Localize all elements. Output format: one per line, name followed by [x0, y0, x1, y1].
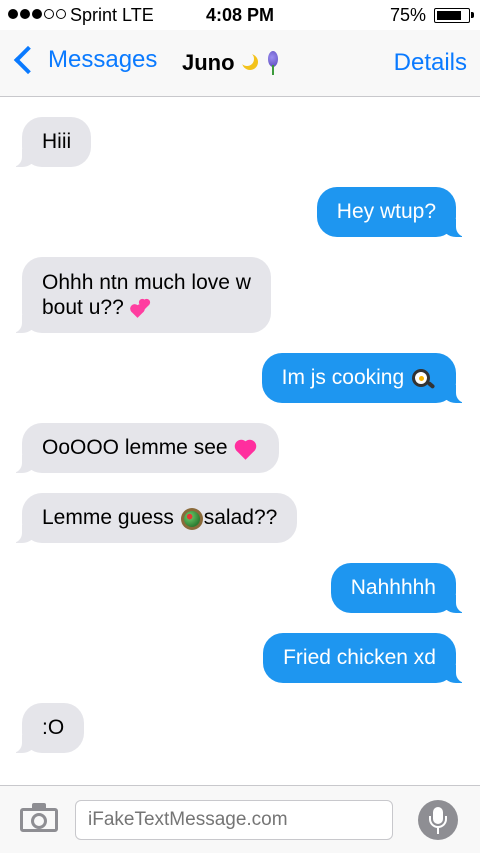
chevron-left-icon [13, 45, 43, 75]
message-text: :O [42, 716, 65, 739]
message-text: Hey wtup? [336, 200, 436, 223]
message-text: salad?? [203, 506, 278, 529]
hyacinth-icon [265, 51, 281, 75]
message-outgoing: Nahhhhh [330, 563, 467, 613]
battery-icon [434, 8, 474, 23]
back-button-label: Messages [48, 46, 158, 73]
two-hearts-icon [130, 298, 150, 319]
battery-percent: 75% [389, 5, 426, 25]
contact-title: Juno [182, 50, 281, 76]
microphone-icon[interactable] [418, 800, 458, 840]
message-outgoing: Fried chicken xd [263, 633, 466, 683]
crescent-moon-icon [239, 52, 261, 74]
salad-bowl-icon [180, 506, 204, 531]
message-text: Nahhhhh [350, 576, 436, 599]
message-text: Lemme guess [42, 506, 174, 529]
message-incoming: OoOOO lemme see [11, 423, 280, 473]
message-text: OoOOO lemme see [42, 436, 228, 459]
composer-bar [0, 785, 480, 853]
message-incoming: Ohhh ntn much love w bout u?? [12, 257, 271, 333]
message-incoming: :O [11, 703, 85, 753]
message-input[interactable] [75, 800, 393, 840]
message-text: Ohhh ntn much love w [42, 271, 251, 294]
message-text: Hiii [42, 130, 72, 153]
details-button[interactable]: Details [394, 49, 467, 77]
message-incoming: Lemme guess salad?? [11, 493, 298, 543]
message-text: Im js cooking [281, 366, 405, 389]
camera-icon[interactable] [20, 803, 60, 832]
back-button[interactable]: Messages [10, 45, 158, 75]
message-text: bout u?? [42, 296, 124, 319]
frying-pan-egg-icon [410, 365, 436, 391]
navigation-bar: Messages Juno Details [0, 30, 480, 97]
status-bar: Sprint LTE 4:08 PM 75% [0, 0, 480, 30]
message-thread[interactable]: Hiii Hey wtup? Ohhh ntn much love w bout… [0, 97, 480, 785]
message-text: Fried chicken xd [283, 646, 436, 669]
message-incoming: Hiii [11, 117, 92, 167]
contact-name: Juno [182, 50, 235, 75]
pink-heart-icon [233, 436, 259, 461]
message-outgoing: Hey wtup? [316, 187, 467, 237]
message-outgoing: Im js cooking [261, 353, 467, 403]
